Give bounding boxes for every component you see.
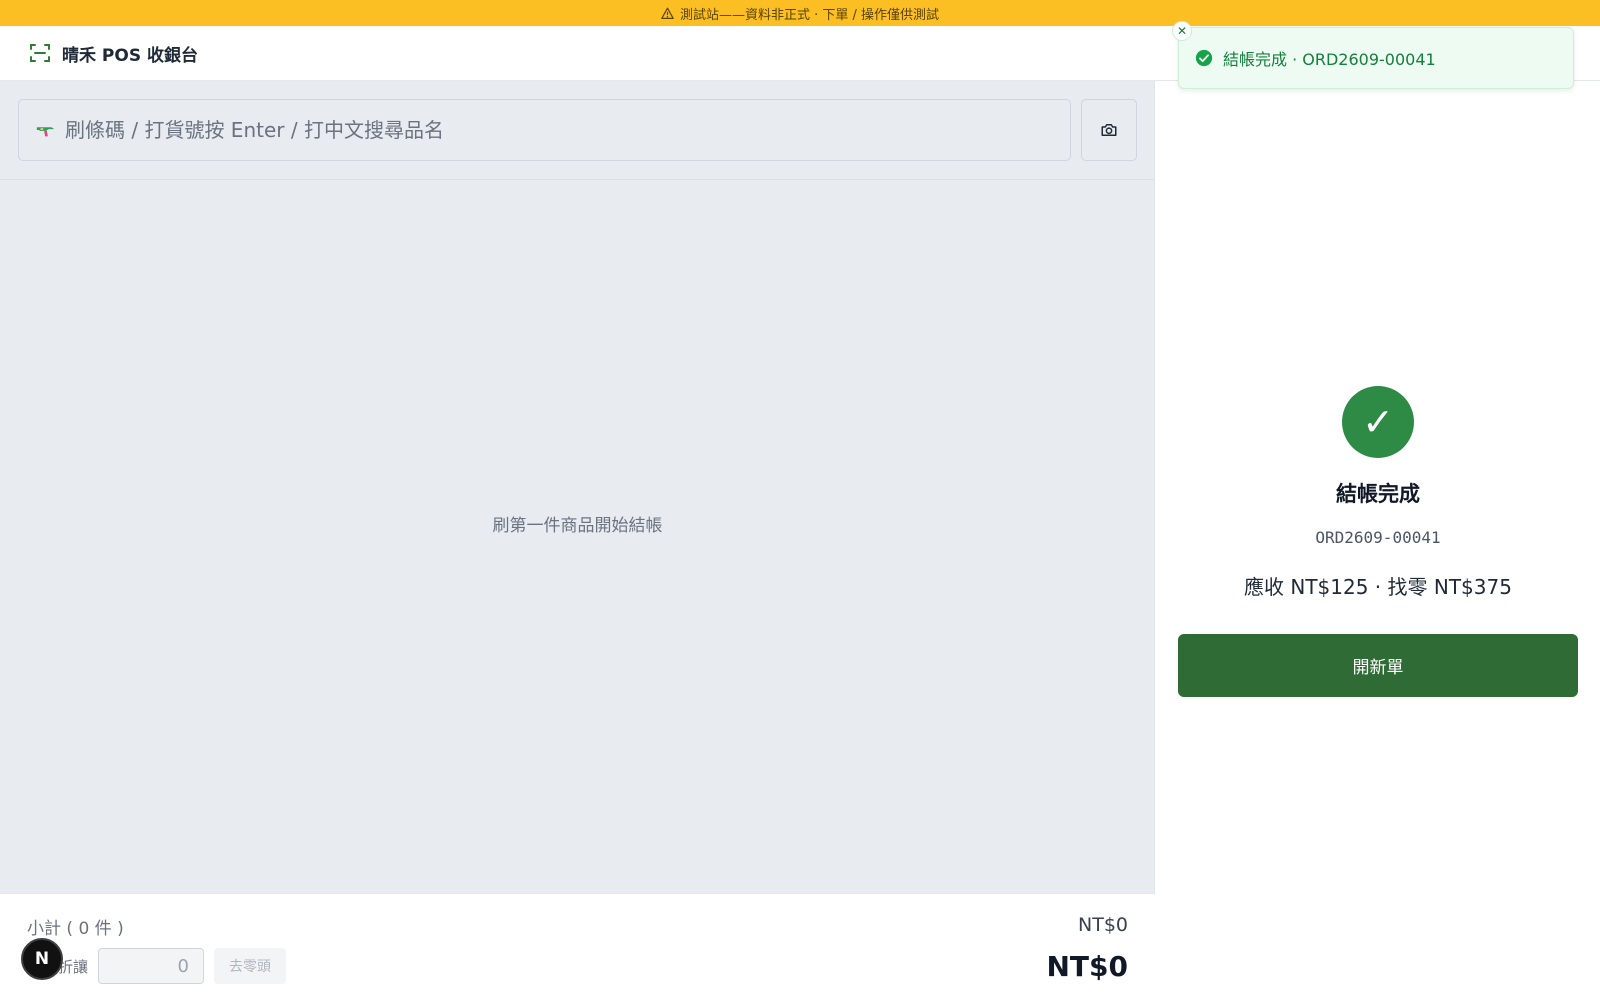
dev-tools-badge[interactable]: N bbox=[21, 938, 63, 980]
success-check-icon: ✓ bbox=[1342, 386, 1414, 458]
search-box[interactable] bbox=[18, 99, 1071, 161]
empty-cart-message: 刷第一件商品開始結帳 bbox=[492, 516, 663, 536]
new-order-button[interactable]: 開新單 bbox=[1178, 634, 1578, 697]
banner-text: 測試站——資料非正式 · 下單 / 操作僅供測試 bbox=[679, 7, 940, 23]
round-off-button[interactable]: 去零頭 bbox=[214, 948, 286, 984]
success-toast: 結帳完成 · ORD2609-00041 bbox=[1178, 27, 1574, 89]
search-row bbox=[18, 99, 1137, 161]
divider bbox=[0, 179, 1155, 180]
scanner-gun-icon bbox=[36, 127, 55, 137]
totals-bar: 小計 ( 0 件 ) NT$0 折讓 去零頭 NT$0 bbox=[0, 893, 1155, 1000]
discount-input[interactable] bbox=[98, 948, 204, 984]
check-circle-icon bbox=[1195, 49, 1213, 67]
test-environment-banner: 測試站——資料非正式 · 下單 / 操作僅供測試 bbox=[0, 0, 1600, 26]
app-title: 晴禾 POS 收銀台 bbox=[62, 45, 198, 66]
search-input[interactable] bbox=[65, 100, 1070, 160]
warning-icon bbox=[661, 7, 674, 19]
toast-message: 結帳完成 · ORD2609-00041 bbox=[1223, 50, 1436, 69]
toast-close-button[interactable]: ✕ bbox=[1172, 21, 1192, 41]
checkout-title: 結帳完成 bbox=[1336, 482, 1420, 506]
payment-summary: 應收 NT$125 · 找零 NT$375 bbox=[1244, 575, 1512, 599]
subtotal-value: NT$0 bbox=[1078, 914, 1128, 936]
camera-icon bbox=[1101, 124, 1117, 136]
cart-panel: 刷第一件商品開始結帳 bbox=[0, 81, 1155, 1000]
subtotal-label: 小計 ( 0 件 ) bbox=[27, 919, 124, 939]
scan-frame-icon bbox=[30, 44, 50, 62]
order-number: ORD2609-00041 bbox=[1315, 528, 1441, 547]
checkout-panel: ✓ 結帳完成 ORD2609-00041 應收 NT$125 · 找零 NT$3… bbox=[1156, 81, 1600, 1000]
close-icon: ✕ bbox=[1176, 24, 1188, 38]
camera-button[interactable] bbox=[1081, 99, 1137, 161]
total-value: NT$0 bbox=[1046, 950, 1129, 983]
